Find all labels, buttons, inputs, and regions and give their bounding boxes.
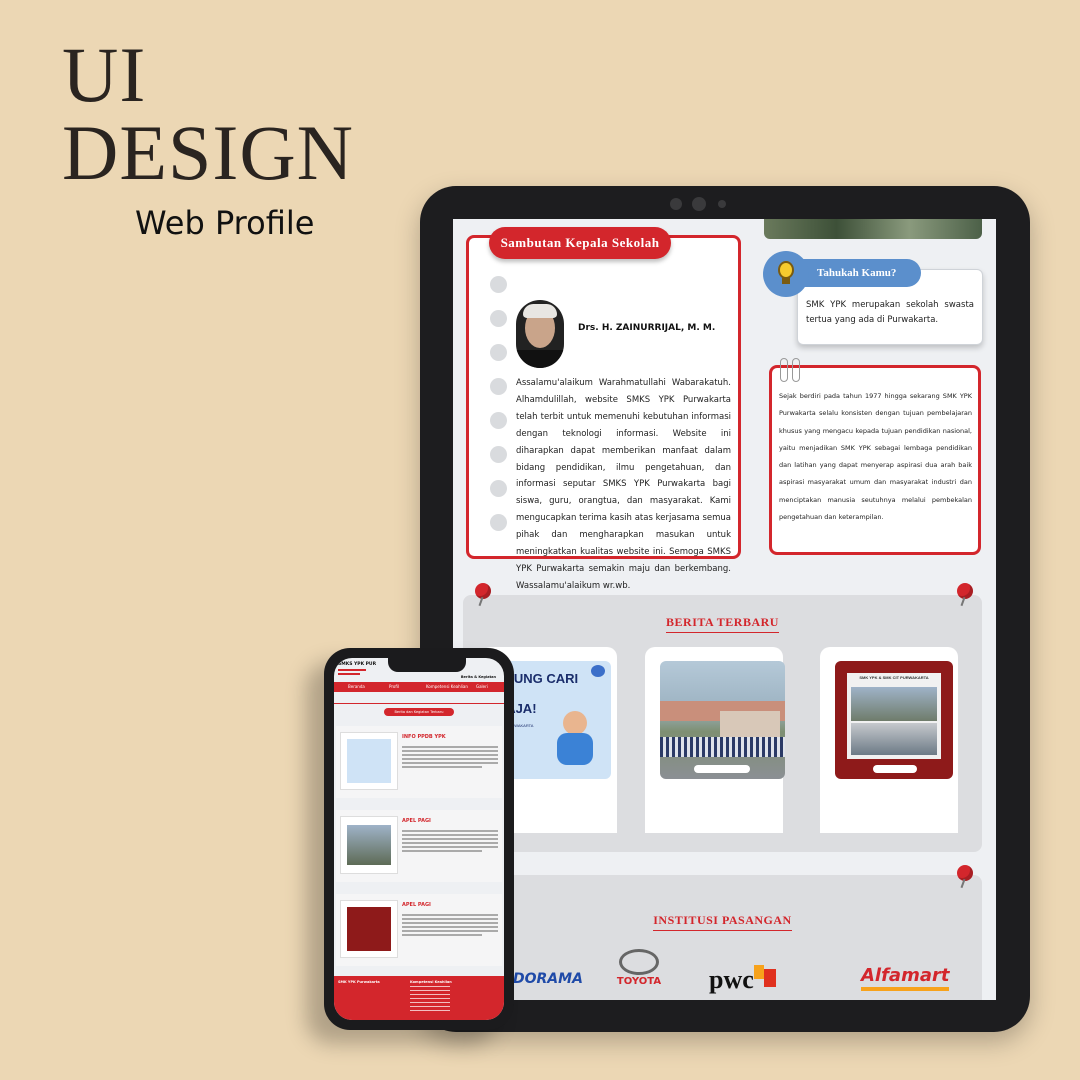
sejarah-text: Sejak berdiri pada tahun 1977 hingga sek… [779,392,972,522]
phone-brand: SMKS YPK PUR [338,662,377,667]
person-illustration [563,711,587,735]
nav-galeri[interactable]: Galeri [476,682,488,692]
nav-berita[interactable]: Berita & Kegiatan [461,675,496,679]
nav-kompetensi[interactable]: Kompetensi Keahlian [426,682,468,692]
logo-alfamart: Alfamart [861,965,950,991]
paperclip-icon [792,358,800,382]
sambutan-card: Drs. H. ZAINURRIJAL, M. M. Assalamu'alai… [466,235,741,591]
phone-footer: SMK YPK Purwakarta Kompetensi Keahlian [334,976,504,1020]
sambutan-heading: Sambutan Kepala Sekolah [489,227,671,259]
post-title: INFO PPDB YPK [402,734,446,740]
news-photo [851,723,937,755]
notebook-holes [490,276,507,548]
footer-title: SMK YPK Purwakarta [338,980,380,984]
institusi-heading: INSTITUSI PASANGAN [463,913,982,931]
lightbulb-icon [763,251,809,297]
footer-column: Kompetensi Keahlian [410,980,452,984]
sensor-icon [718,200,726,208]
post-thumbnail [340,900,398,958]
divider [334,703,504,704]
nav-profil[interactable]: Profil [389,682,399,692]
list-item[interactable]: APEL PAGI [336,894,502,966]
pushpin-icon [475,583,491,599]
sambutan-text: Assalamu'alaikum Warahmatullahi Wabaraka… [516,378,731,591]
brand-underline [338,669,366,671]
berita-section: BERITA TERBARU UNGUNG CARI MK? PK AJA! S… [463,583,982,852]
headline-subtitle: Web Profile [135,204,315,242]
nav-beranda[interactable]: Beranda [348,682,365,692]
phone-device: SMKS YPK PUR Beranda Profil Kompetensi K… [324,648,514,1030]
social-bar [694,765,750,773]
sejarah-card: Sejak berdiri pada tahun 1977 hingga sek… [769,358,981,555]
pushpin-icon [957,583,973,599]
tablet-screen: Drs. H. ZAINURRIJAL, M. M. Assalamu'alai… [453,219,996,1000]
news-card[interactable] [645,647,785,833]
news-photo-frame: SMK YPK & SMK CIT PURWAKARTA [847,673,941,759]
principal-name: Drs. H. ZAINURRIJAL, M. M. [578,323,716,333]
pushpin-icon [957,865,973,881]
news-photo [851,687,937,721]
students-row [660,737,785,757]
camera-icon [692,197,706,211]
news-caption: SMK YPK & SMK CIT PURWAKARTA [859,675,929,680]
logo-toyota: TOYOTA [611,949,667,987]
berita-heading: BERITA TERBARU [463,615,982,633]
tahukah-text: SMK YPK merupakan sekolah swasta tertua … [806,300,974,325]
logo-dorama: DORAMA [513,971,583,987]
news-card[interactable]: SMK YPK & SMK CIT PURWAKARTA [820,647,958,833]
post-thumbnail [340,732,398,790]
avatar [516,300,564,368]
decor-shape [591,665,605,677]
headline-design: DESIGN [62,109,354,196]
post-title: APEL PAGI [402,818,431,824]
phone-navbar: Beranda Profil Kompetensi Keahlian Galer… [334,682,504,692]
post-thumbnail [340,816,398,874]
news-image: SMK YPK & SMK CIT PURWAKARTA [835,661,953,779]
headline-ui: UI [62,31,147,118]
person-illustration [557,733,593,765]
logo-pwc: pwc [709,965,777,995]
paperclip-icon [780,358,788,382]
phone-section-title: Berita dan Kegiatan Terbaru [384,708,454,716]
institusi-section: INSTITUSI PASANGAN DORAMA TOYOTA pwc Alf… [463,865,982,1000]
news-image [660,661,785,779]
social-bar [873,765,917,773]
camera-icon [670,198,682,210]
header-photo [764,219,982,239]
brand-underline [338,673,360,675]
phone-notch [388,656,466,672]
post-title: APEL PAGI [402,902,431,908]
footer-links [410,986,450,1012]
list-item[interactable]: INFO PPDB YPK [336,726,502,798]
phone-screen: SMKS YPK PUR Beranda Profil Kompetensi K… [334,658,504,1020]
list-item[interactable]: APEL PAGI [336,810,502,882]
